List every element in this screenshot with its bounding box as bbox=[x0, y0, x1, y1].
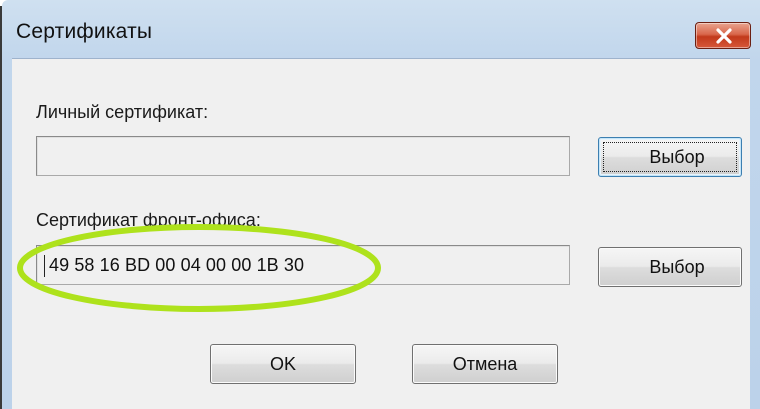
cancel-button-label: Отмена bbox=[452, 354, 518, 374]
front-office-certificate-value: 49 58 16 BD 00 04 00 00 1B 30 bbox=[49, 255, 305, 275]
personal-certificate-label: Личный сертификат: bbox=[36, 102, 209, 122]
choose-personal-certificate-button[interactable]: Выбор bbox=[598, 137, 742, 177]
close-icon bbox=[716, 28, 732, 44]
text-caret bbox=[44, 255, 45, 277]
window-title: Сертификаты bbox=[16, 20, 153, 43]
ok-button[interactable]: OK bbox=[210, 344, 356, 384]
choose-front-office-certificate-button[interactable]: Выбор bbox=[598, 247, 742, 287]
dialog-body: Личный сертификат: Выбор Сертификат фрон… bbox=[12, 58, 750, 409]
cancel-button[interactable]: Отмена bbox=[412, 344, 558, 384]
choose-front-office-certificate-button-label: Выбор bbox=[649, 257, 705, 277]
personal-certificate-field[interactable] bbox=[36, 136, 570, 176]
certificates-dialog: Сертификаты Личный сертификат: Выбор Сер… bbox=[2, 0, 760, 409]
title-bar[interactable]: Сертификаты bbox=[2, 0, 760, 58]
front-office-certificate-field[interactable]: 49 58 16 BD 00 04 00 00 1B 30 bbox=[36, 245, 570, 285]
ok-button-label: OK bbox=[269, 354, 296, 374]
choose-personal-certificate-button-label: Выбор bbox=[649, 147, 705, 167]
close-button[interactable] bbox=[695, 22, 751, 49]
front-office-certificate-label: Сертификат фронт-офиса: bbox=[36, 210, 261, 230]
screen: Сертификаты Личный сертификат: Выбор Сер… bbox=[0, 0, 760, 409]
